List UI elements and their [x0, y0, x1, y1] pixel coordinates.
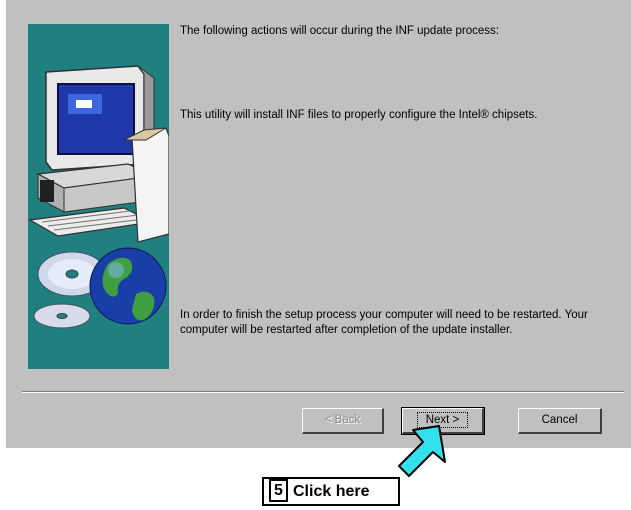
step-number: 5	[269, 479, 288, 502]
pointer-arrow	[398, 425, 446, 477]
back-button[interactable]: < Back	[302, 408, 384, 434]
callout-text: Click here	[293, 483, 370, 500]
globe-icon	[89, 247, 167, 325]
restart-notice-text: In order to finish the setup process you…	[180, 309, 588, 336]
cancel-button[interactable]: Cancel	[518, 408, 602, 434]
actions-heading-text: The following actions will occur during …	[180, 25, 499, 37]
instruction-callout: 5 Click here	[262, 477, 400, 506]
install-description-text: This utility will install INF files to p…	[180, 109, 538, 121]
button-separator	[22, 391, 624, 393]
setup-illustration	[28, 24, 169, 369]
keyboard-icon	[28, 207, 154, 237]
setup-dialog: The following actions will occur during …	[6, 0, 631, 448]
